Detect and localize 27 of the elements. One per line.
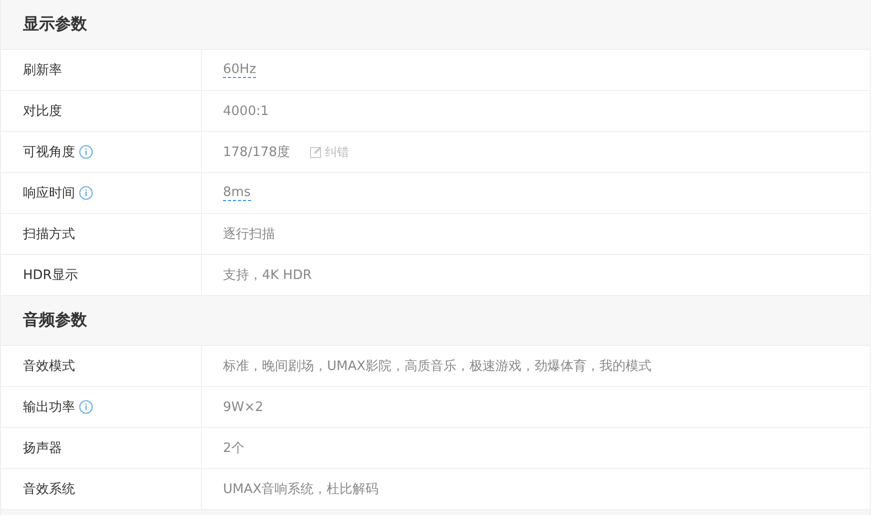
info-icon[interactable]	[79, 145, 93, 159]
spec-value: 2个	[223, 440, 244, 457]
section-title: 音频参数	[23, 310, 87, 331]
spec-value: 9W×2	[223, 400, 264, 414]
spec-label: 对比度	[23, 103, 62, 120]
spec-label: 音效系统	[23, 481, 75, 498]
spec-label: HDR显示	[23, 267, 78, 284]
info-icon[interactable]	[79, 400, 93, 414]
spec-value: 标准，晚间剧场，UMAX影院，高质音乐，极速游戏，劲爆体育，我的模式	[223, 358, 652, 375]
spec-value: 逐行扫描	[223, 226, 275, 243]
spec-value: 4000:1	[223, 104, 269, 118]
edit-icon	[310, 146, 322, 158]
spec-label: 可视角度	[23, 144, 75, 161]
spec-link[interactable]: 60Hz	[223, 62, 256, 78]
spec-label: 扬声器	[23, 440, 62, 457]
spec-label: 响应时间	[23, 185, 75, 202]
section-title: 显示参数	[23, 14, 87, 35]
spec-label: 扫描方式	[23, 226, 75, 243]
spec-value: 支持，4K HDR	[223, 267, 312, 284]
info-icon[interactable]	[79, 186, 93, 200]
spec-value: UMAX音响系统，杜比解码	[223, 481, 379, 498]
spec-label: 输出功率	[23, 399, 75, 416]
correction-link[interactable]: 纠错	[310, 144, 350, 160]
spec-value: 178/178度	[223, 144, 290, 161]
spec-link[interactable]: 8ms	[223, 185, 251, 201]
spec-label: 音效模式	[23, 358, 75, 375]
spec-label: 刷新率	[23, 62, 62, 79]
